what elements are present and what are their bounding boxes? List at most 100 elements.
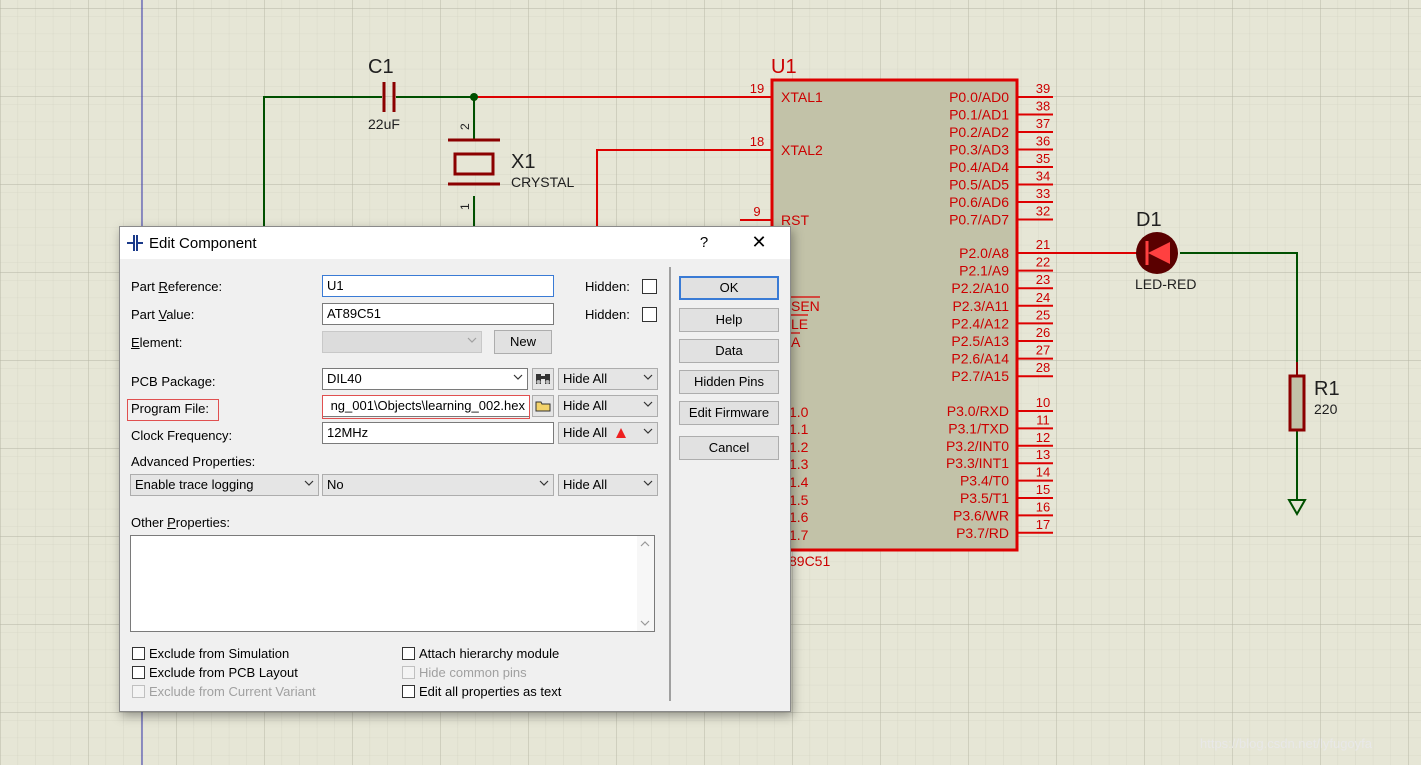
attach-hierarchy-module-checkbox[interactable] xyxy=(402,647,415,660)
ic-pin-name: P3.3/INT1 xyxy=(946,455,1009,471)
ic-right-pins: 39 P0.0/AD0 38 P0.1/AD1 37 P0.2/AD2 36 P0.3/AD3… xyxy=(946,81,1053,541)
ic-pin-number: 10 xyxy=(1036,395,1050,410)
ic-pin-name-partial: 1.3 xyxy=(789,456,809,472)
dialog-divider xyxy=(669,267,671,701)
ic-pin-name: P2.2/A10 xyxy=(951,280,1009,296)
help-icon[interactable]: ? xyxy=(694,234,714,251)
crystal-pin-bottom: 1 xyxy=(458,203,472,210)
part-reference-hidden-checkbox[interactable] xyxy=(642,279,657,294)
scroll-up-icon[interactable] xyxy=(640,540,650,548)
ic-pin-number: 9 xyxy=(753,204,760,219)
clock-frequency-visibility-select[interactable]: Hide All xyxy=(558,422,658,444)
dialog-titlebar[interactable]: Edit Component ? ✕ xyxy=(120,227,790,259)
cancel-button[interactable]: Cancel xyxy=(679,436,779,460)
part-reference-label: Part Reference: xyxy=(131,279,223,294)
data-button[interactable]: Data xyxy=(679,339,779,363)
ic-pin-name: P0.6/AD6 xyxy=(949,194,1009,210)
chevron-down-icon xyxy=(513,374,523,380)
ic-pin-name: P0.1/AD1 xyxy=(949,107,1009,123)
edit-all-properties-checkbox[interactable] xyxy=(402,685,415,698)
clock-frequency-input[interactable]: 12MHz xyxy=(322,422,554,444)
program-file-browse-button[interactable] xyxy=(532,395,554,417)
element-select[interactable] xyxy=(322,331,482,353)
ic-pin-number: 11 xyxy=(1036,412,1050,427)
hidden-pins-button[interactable]: Hidden Pins xyxy=(679,370,779,394)
other-properties-textarea[interactable] xyxy=(130,535,655,632)
ic-pin-name: P3.4/T0 xyxy=(960,473,1009,489)
ic-pin-number: 23 xyxy=(1036,272,1050,287)
pcb-package-select[interactable]: DIL40 xyxy=(322,368,528,390)
ic-pin-number: 37 xyxy=(1036,116,1050,131)
ic-pin-name: P0.2/AD2 xyxy=(949,124,1009,140)
part-value-hidden-checkbox[interactable] xyxy=(642,307,657,322)
dialog-title: Edit Component xyxy=(149,235,257,252)
advanced-property-value-select[interactable]: No xyxy=(322,474,554,496)
chevron-down-icon xyxy=(304,480,314,486)
program-file-label: Program File: xyxy=(131,401,210,416)
ic-pin-name: P2.6/A14 xyxy=(951,351,1009,367)
advanced-property-select[interactable]: Enable trace logging xyxy=(130,474,319,496)
ic-pin-number: 27 xyxy=(1036,343,1050,358)
program-file-visibility-select[interactable]: Hide All xyxy=(558,395,658,417)
hide-common-pins-checkbox xyxy=(402,666,415,679)
ic-pin-name: P0.4/AD4 xyxy=(949,159,1009,175)
resistor-ref: R1 xyxy=(1314,378,1340,400)
advanced-property-visibility-select[interactable]: Hide All xyxy=(558,474,658,496)
ic-pin-number: 38 xyxy=(1036,99,1050,114)
pcb-package-label: PCB Package: xyxy=(131,374,216,389)
ic-pin-number: 34 xyxy=(1036,169,1050,184)
crystal-value: CRYSTAL xyxy=(511,174,574,190)
ic-pin-number: 13 xyxy=(1036,447,1050,462)
element-new-button[interactable]: New xyxy=(494,330,552,354)
ic-pin-name: P0.7/AD7 xyxy=(949,212,1009,228)
pcb-package-visibility-select[interactable]: Hide All xyxy=(558,368,658,390)
chevron-down-icon xyxy=(643,374,653,380)
ic-pin-name-partial: LE xyxy=(791,316,808,332)
other-properties-label: Other Properties: xyxy=(131,515,230,530)
ic-pin-name: P0.5/AD5 xyxy=(949,177,1009,193)
exclude-pcb-layout-checkbox[interactable] xyxy=(132,666,145,679)
ic-pin-name: P3.7/RD xyxy=(956,525,1009,541)
ic-pin-number: 16 xyxy=(1036,499,1050,514)
edit-firmware-button[interactable]: Edit Firmware xyxy=(679,401,779,425)
advanced-properties-label: Advanced Properties: xyxy=(131,454,256,469)
part-value-input[interactable]: AT89C51 xyxy=(322,303,554,325)
part-reference-hidden-label: Hidden: xyxy=(585,279,630,294)
ic-pin-number: 24 xyxy=(1036,290,1050,305)
chevron-down-icon xyxy=(643,401,653,407)
help-button[interactable]: Help xyxy=(679,308,779,332)
scroll-down-icon[interactable] xyxy=(640,619,650,627)
ic-pin-name-partial: 1.2 xyxy=(789,439,809,455)
ic-pin-name: P2.7/A15 xyxy=(951,368,1009,384)
part-reference-input[interactable]: U1 xyxy=(322,275,554,297)
ic-pin-number: 21 xyxy=(1036,237,1050,252)
ic-pin-name-partial: 1.6 xyxy=(789,509,809,525)
ok-button[interactable]: OK xyxy=(679,276,779,300)
package-browse-button[interactable] xyxy=(532,368,554,390)
hide-common-pins-label: Hide common pins xyxy=(419,665,527,680)
ic-pin-name: P0.3/AD3 xyxy=(949,142,1009,158)
ic-pin-number: 32 xyxy=(1036,204,1050,219)
exclude-simulation-checkbox[interactable] xyxy=(132,647,145,660)
ic-pin-name-partial: A xyxy=(791,334,801,350)
textarea-scrollbar[interactable] xyxy=(637,536,654,631)
edit-component-dialog: Edit Component ? ✕ Part Reference: U1 Hi… xyxy=(119,226,791,712)
ic-pin-number: 12 xyxy=(1036,430,1050,445)
ic-pin-name: P3.2/INT0 xyxy=(946,438,1009,454)
ic-pin-name: XTAL1 xyxy=(781,89,823,105)
ic-pin-name: P2.5/A13 xyxy=(951,333,1009,349)
ic-pin-number: 22 xyxy=(1036,255,1050,270)
ic-pin-number: 14 xyxy=(1036,465,1050,480)
ic-pin-name: P2.4/A12 xyxy=(951,315,1009,331)
program-file-input[interactable]: ng_001\Objects\learning_002.hex xyxy=(322,395,530,417)
ic-pin-name: P3.0/RXD xyxy=(947,403,1009,419)
ic-ref: U1 xyxy=(771,56,797,78)
part-value-label: Part Value: xyxy=(131,307,195,322)
watermark: https://blog.csdn.net/lyfugoyfa xyxy=(1200,736,1372,751)
led-ref: D1 xyxy=(1136,209,1162,231)
junction-dot xyxy=(470,93,478,101)
ic-pin-number: 25 xyxy=(1036,307,1050,322)
close-icon[interactable]: ✕ xyxy=(744,232,774,253)
ic-pin-number: 17 xyxy=(1036,517,1050,532)
ic-pin-name: P2.0/A8 xyxy=(959,245,1009,261)
